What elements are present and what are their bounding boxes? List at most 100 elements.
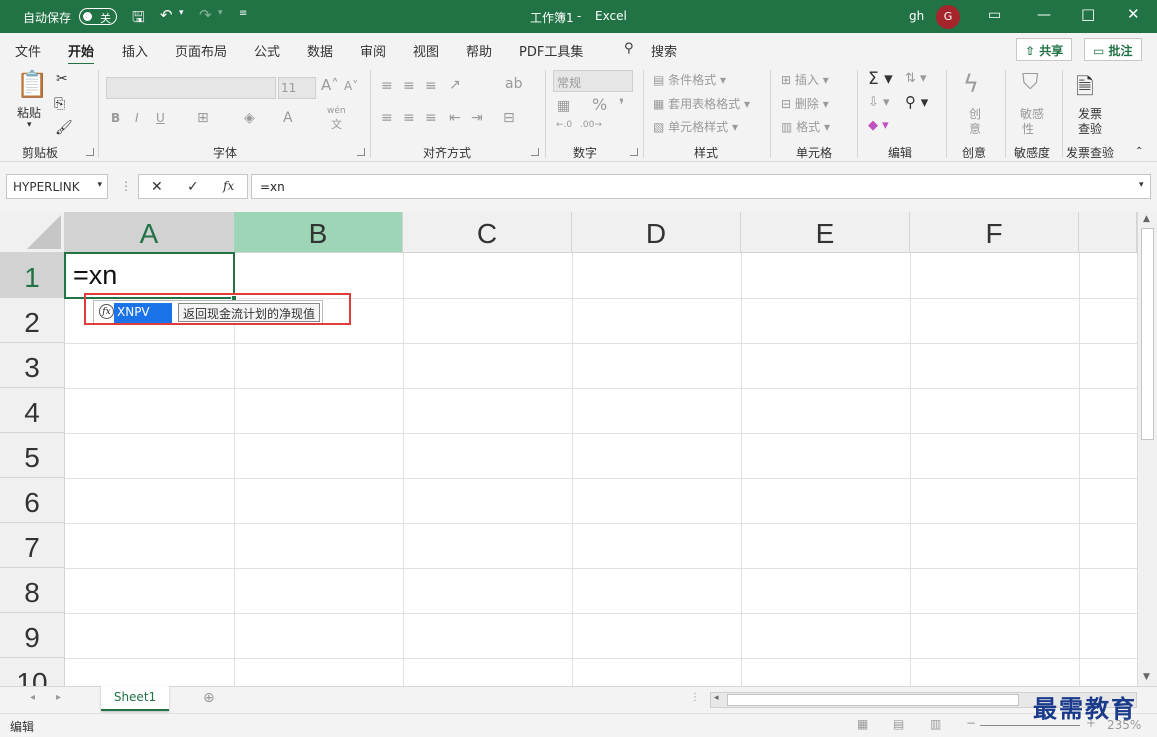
ideas-icon[interactable]: ϟ [963,70,979,98]
tab-review[interactable]: 审阅 [360,41,386,60]
wrap-text-icon[interactable]: ab [505,76,522,92]
row-header-3[interactable]: 3 [0,343,65,388]
clear-icon[interactable]: ◆ ▾ [868,118,889,133]
expand-formula-bar-icon[interactable]: ▾ [1139,180,1144,190]
format-painter-icon[interactable]: 🖌 [55,120,73,136]
format-cells-button[interactable]: ▥ 格式 ▾ [781,118,830,135]
align-bottom-icon[interactable]: ≡ [425,78,437,94]
sort-filter-icon[interactable]: ⇅ ▾ [905,71,927,86]
tab-file[interactable]: 文件 [15,41,41,60]
row-header-5[interactable]: 5 [0,433,65,478]
decrease-indent-icon[interactable]: ⇤ [449,110,461,126]
tab-data[interactable]: 数据 [307,41,333,60]
grow-font-icon[interactable]: A˄ [321,76,339,94]
column-header-d[interactable]: D [572,212,741,253]
font-name-combobox[interactable] [106,77,276,99]
align-top-icon[interactable]: ≡ [381,78,393,94]
row-header-8[interactable]: 8 [0,568,65,613]
zoom-slider[interactable] [980,725,1080,726]
merge-icon[interactable]: ⊟ [503,110,515,126]
comment-button[interactable]: ▭ 批注 [1084,38,1142,61]
hscroll-thumb[interactable] [727,694,1019,706]
font-size-combobox[interactable]: 11 [278,77,316,99]
enter-icon[interactable]: ✓ [187,179,199,195]
undo-icon[interactable]: ↶ [160,6,173,24]
italic-button[interactable]: I [135,111,139,125]
clipboard-launcher-icon[interactable] [86,148,94,156]
font-color-icon[interactable]: A [283,110,293,126]
underline-button[interactable]: U [156,111,165,125]
border-icon[interactable]: ⊞ [197,110,209,126]
accounting-icon[interactable]: ▦ [557,98,570,114]
name-box-dropdown-icon[interactable]: ▾ [97,180,102,190]
paste-icon[interactable]: 📋 [16,70,48,100]
paste-label[interactable]: 粘贴 [17,104,41,121]
ribbon-display-icon[interactable]: ▭ [988,7,1001,23]
scroll-up-icon[interactable]: ▲ [1143,214,1150,224]
spreadsheet-grid[interactable]: A B C D E F 1 2 3 4 5 6 7 8 9 10 =xn [0,212,1137,686]
bold-button[interactable]: B [111,111,120,125]
sheet-next-icon[interactable]: ▸ [56,692,61,703]
tab-insert[interactable]: 插入 [122,41,148,60]
column-header-e[interactable]: E [741,212,910,253]
row-header-1[interactable]: 1 [0,253,65,298]
orientation-icon[interactable]: ↗ [449,77,461,93]
shrink-font-icon[interactable]: A˅ [344,79,358,93]
search-icon[interactable]: ⚲ [624,41,634,56]
tab-page-layout[interactable]: 页面布局 [175,41,227,60]
row-header-10[interactable]: 10 [0,658,65,686]
invoice-label-2[interactable]: 查验 [1078,120,1102,137]
zoom-out-icon[interactable]: − [966,716,976,730]
row-header-2[interactable]: 2 [0,298,65,343]
page-layout-view-icon[interactable]: ▤ [893,717,904,731]
search-label[interactable]: 搜索 [651,41,677,60]
formula-input[interactable]: =xn [251,174,1151,199]
avatar[interactable]: G [936,5,960,29]
close-icon[interactable]: ✕ [1127,5,1140,23]
maximize-icon[interactable]: □ [1081,5,1095,23]
sensitivity-icon[interactable]: ⛉ [1022,70,1039,95]
align-right-icon[interactable]: ≡ [425,110,437,126]
sensitivity-label-2[interactable]: 性 [1022,120,1034,137]
row-header-6[interactable]: 6 [0,478,65,523]
customize-toolbar-icon[interactable]: ≡ [239,8,247,19]
comma-icon[interactable]: ❜ [619,95,624,114]
tab-pdf-tools[interactable]: PDF工具集 [519,41,583,60]
column-header-b[interactable]: B [234,212,403,253]
font-launcher-icon[interactable] [357,148,365,156]
decrease-decimal-icon[interactable]: .00→ [580,120,602,130]
copy-icon[interactable]: ⎘ [54,96,65,112]
autosave-toggle[interactable]: 关 [79,8,117,25]
collapse-ribbon-icon[interactable]: ⌃ [1135,146,1143,157]
align-left-icon[interactable]: ≡ [381,110,393,126]
percent-icon[interactable]: % [592,95,607,114]
insert-cells-button[interactable]: ⊞ 插入 ▾ [781,71,829,88]
select-all-corner[interactable] [0,212,65,253]
insert-function-icon[interactable]: fx [223,179,234,193]
redo-dropdown-icon[interactable]: ▾ [218,8,223,18]
name-box[interactable]: HYPERLINK ▾ [6,174,108,199]
table-format-button[interactable]: ▦ 套用表格格式 ▾ [653,95,750,112]
sheet-prev-icon[interactable]: ◂ [30,692,35,703]
tab-view[interactable]: 视图 [413,41,439,60]
cancel-icon[interactable]: ✕ [151,179,163,195]
row-header-7[interactable]: 7 [0,523,65,568]
phonetic-icon[interactable]: wén [327,106,346,116]
share-button[interactable]: ⇧ 共享 [1016,38,1073,61]
cut-icon[interactable]: ✂ [56,71,68,87]
tab-home[interactable]: 开始 [68,41,95,66]
row-header-4[interactable]: 4 [0,388,65,433]
vertical-scrollbar[interactable]: ▲ ▼ [1137,212,1157,686]
undo-dropdown-icon[interactable]: ▾ [179,8,184,18]
scroll-left-icon[interactable]: ◂ [714,693,719,703]
tab-help[interactable]: 帮助 [466,41,492,60]
align-center-icon[interactable]: ≡ [403,110,415,126]
active-cell-a1[interactable]: =xn [64,252,237,301]
fill-icon[interactable]: ⇩ ▾ [868,95,890,110]
row-header-9[interactable]: 9 [0,613,65,658]
scroll-thumb[interactable] [1141,228,1154,440]
column-header-f[interactable]: F [910,212,1079,253]
cell-style-button[interactable]: ▧ 单元格样式 ▾ [653,118,738,135]
conditional-format-button[interactable]: ▤ 条件格式 ▾ [653,71,726,88]
increase-indent-icon[interactable]: ⇥ [471,110,483,126]
